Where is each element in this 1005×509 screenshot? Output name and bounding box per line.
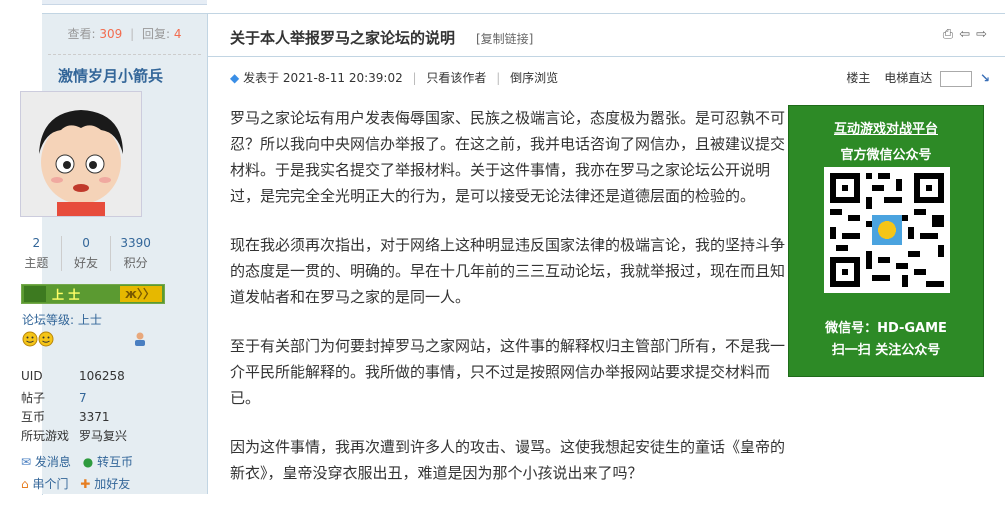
top-bar — [42, 0, 1005, 6]
rank-arrows-icon: ж〉〉 — [125, 287, 155, 301]
field-posts: 帖子 7 — [21, 391, 87, 405]
stat-points[interactable]: 3390 积分 — [110, 236, 160, 271]
author-actions-row2: ⌂ 串个门 ✚ 加好友 — [21, 475, 138, 492]
message-icon: ✉ — [21, 455, 32, 469]
visit-button[interactable]: ⌂ 串个门 — [21, 475, 68, 492]
author-stats: 2 主题 0 好友 3390 积分 — [12, 236, 160, 271]
paragraph: 至于有关部门为何要封掉罗马之家网站，这件事的解释权归主管部门所有，不是我一介平民… — [230, 337, 786, 407]
person-icon[interactable] — [133, 331, 147, 350]
transfer-coins-button[interactable]: ● 转互币 — [83, 453, 133, 470]
paragraph: 现在我必须再次指出，对于网络上这种明显违反国家法律的极端言论，我的坚持斗争的态度… — [230, 236, 786, 306]
title-row: 关于本人举报罗马之家论坛的说明 [复制链接] ⎙⇦⇨ — [208, 14, 1005, 57]
forum-level: 论坛等级: 上士 — [22, 313, 102, 327]
ad-subtitle: 官方微信公众号 — [840, 148, 932, 163]
visit-icon: ⌂ — [21, 477, 29, 491]
print-icon[interactable]: ⎙ — [943, 27, 959, 42]
views-count: 309 — [99, 27, 123, 41]
floor-jump-input[interactable] — [940, 70, 973, 87]
paragraph: 因为这件事情，我再次遭到许多人的攻击、谩骂。这使我想起安徒生的童话《皇帝的新衣》… — [230, 438, 786, 482]
posted-time: 2021-8-11 20:39:02 — [282, 71, 403, 85]
avatar[interactable] — [20, 91, 142, 217]
jump-icon[interactable]: ↘ — [980, 71, 990, 85]
rank-badge: 上 士 ж〉〉 — [21, 284, 165, 304]
field-coins: 互币 3371 — [21, 410, 110, 424]
send-message-button[interactable]: ✉ 发消息 — [21, 453, 71, 470]
next-icon[interactable]: ⇨ — [976, 27, 993, 42]
elevator-label: 电梯直达 — [884, 71, 933, 85]
prev-icon[interactable]: ⇦ — [959, 27, 976, 42]
only-author-link[interactable]: 只看该作者 — [426, 71, 486, 85]
posted-label: 发表于 — [243, 71, 280, 85]
field-game: 所玩游戏 罗马复兴 — [21, 429, 128, 443]
medal-icon[interactable] — [22, 331, 56, 351]
post-main: 关于本人举报罗马之家论坛的说明 [复制链接] ⎙⇦⇨ ◆ 发表于 2021-8-… — [208, 14, 1005, 494]
author-name-link[interactable]: 激情岁月小箭兵 — [58, 65, 207, 86]
views-label: 查看: — [67, 27, 96, 41]
stat-friends[interactable]: 0 好友 — [60, 236, 111, 271]
rank-text: 上 士 — [52, 288, 81, 302]
thread-stats: 查看: 309 | 回复: 4 — [48, 14, 201, 55]
wechat-ad-banner[interactable]: 互动游戏对战平台 官方微信公众号 微信号：HD-GAME 扫一扫 关注公众号 — [788, 105, 984, 377]
ad-wechat-id: 微信号：HD-GAME — [825, 321, 947, 336]
replies-label: 回复: — [141, 27, 171, 41]
ad-title: 互动游戏对战平台 — [833, 122, 938, 137]
author-actions-row1: ✉ 发消息 ● 转互币 — [21, 453, 141, 470]
add-friend-button[interactable]: ✚ 加好友 — [80, 475, 130, 492]
paragraph: 罗马之家论坛有用户发表侮辱国家、民族之极端言论，态度极为嚣张。是可忍孰不可忍？所… — [230, 109, 786, 205]
ad-cta: 扫一扫 关注公众号 — [831, 343, 941, 358]
floor-label: 楼主 — [846, 71, 871, 85]
post-content: 罗马之家论坛有用户发表侮辱国家、民族之极端言论，态度极为嚣张。是可忍孰不可忍？所… — [230, 105, 795, 509]
transfer-icon: ● — [82, 455, 94, 469]
add-friend-icon: ✚ — [80, 477, 91, 491]
post-time-icon: ◆ — [230, 71, 240, 85]
field-uid: UID 106258 — [21, 369, 125, 383]
forum-level-value: 上士 — [77, 313, 102, 327]
replies-count: 4 — [173, 27, 182, 41]
thread-title: 关于本人举报罗马之家论坛的说明 — [230, 29, 456, 47]
copy-link-button[interactable]: [复制链接] — [476, 30, 533, 47]
stat-threads[interactable]: 2 主题 — [12, 236, 61, 271]
reverse-view-link[interactable]: 倒序浏览 — [510, 71, 558, 85]
qr-code — [824, 167, 950, 293]
post-meta: ◆ 发表于 2021-8-11 20:39:02 | 只看该作者 | 倒序浏览 … — [230, 70, 990, 87]
